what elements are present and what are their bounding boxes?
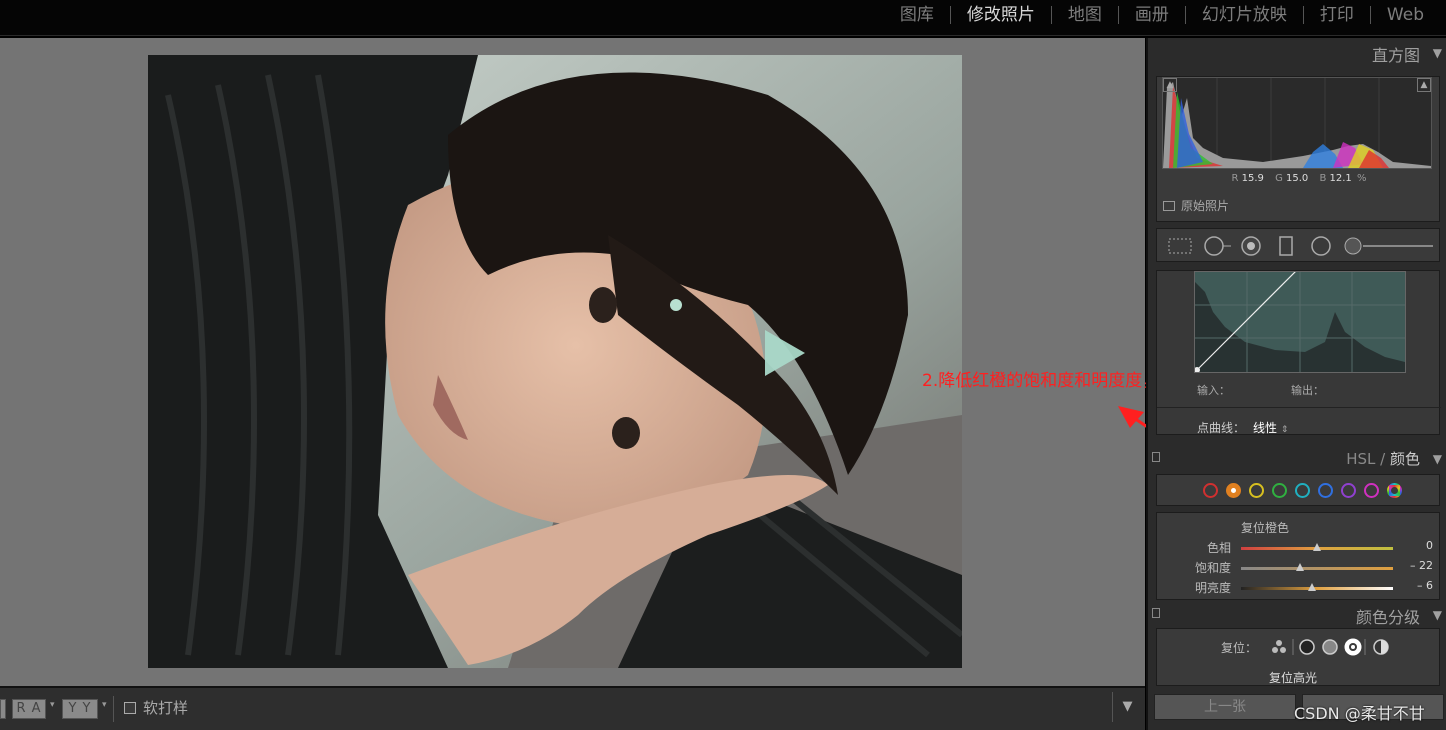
g-value: 15.0 [1286, 173, 1309, 184]
slider-value[interactable]: – 22 [1401, 559, 1433, 572]
slider-thumb[interactable] [1308, 583, 1317, 591]
rgb-readout: R 15.9 G 15.0 B 12.1 % [1157, 173, 1441, 184]
color-swatch-icon[interactable] [1364, 483, 1379, 498]
slider-label: 色相 [1206, 541, 1231, 555]
slider-thumb[interactable] [1296, 563, 1305, 571]
color-grading-wheels [1272, 638, 1389, 656]
curve-output-label: 输出： [1291, 384, 1324, 397]
radial-filter-icon[interactable] [1309, 235, 1333, 257]
photo-preview[interactable] [148, 55, 962, 668]
point-curve-select[interactable]: 线性 ⇕ [1253, 419, 1288, 436]
hsl-sliders: 复位橙色 色相 0 饱和度 – 22 明亮度 – 6 [1156, 512, 1440, 600]
module-picker: 图库 修改照片 地图 画册 幻灯片放映 打印 Web [884, 4, 1440, 26]
before-after-ra-button[interactable]: R A [12, 699, 46, 719]
curve-input-label: 输入： [1197, 384, 1230, 397]
graduated-filter-icon[interactable] [1275, 235, 1297, 257]
histogram-curves [1163, 78, 1431, 168]
g-label: G [1275, 173, 1283, 184]
slider-thumb[interactable] [1313, 543, 1321, 551]
stepper-icon: ⇕ [1280, 425, 1289, 435]
adjustment-brush-icon[interactable] [1343, 235, 1435, 257]
point-curve-label: 点曲线： [1197, 421, 1246, 435]
module-tab[interactable]: 打印 [1304, 4, 1370, 26]
color-swatch-icon[interactable] [1387, 483, 1402, 498]
hsl-toggle-switch[interactable] [1152, 452, 1160, 462]
collapse-triangle-icon[interactable]: ▼ [1433, 452, 1442, 466]
r-value: 15.9 [1241, 173, 1264, 184]
hsl-tab-separator: / [1380, 450, 1386, 468]
toolbar-divider [113, 696, 114, 722]
module-bar: 图库 修改照片 地图 画册 幻灯片放映 打印 Web [0, 0, 1446, 36]
spot-removal-icon[interactable] [1203, 235, 1233, 257]
original-photo-label: 原始照片 [1181, 199, 1230, 213]
color-grading-header[interactable]: 颜色分级 ▼ [1148, 600, 1446, 630]
tone-curve-graph[interactable] [1194, 271, 1406, 373]
portrait-photo [148, 55, 962, 668]
ra-dropdown-icon[interactable]: ▾ [50, 700, 55, 710]
slider-track[interactable] [1241, 587, 1393, 590]
hsl-tab[interactable]: HSL [1346, 450, 1375, 468]
soft-proof-checkbox[interactable] [124, 702, 136, 714]
develop-right-panel: 直方图 ▼ ▲ ▲ R 15.9 G 15.0 B 12.1 % 原始照片 输入… [1146, 38, 1446, 730]
color-swatch-icon[interactable] [1226, 483, 1241, 498]
crop-overlay-icon[interactable] [1167, 235, 1193, 257]
photo-canvas[interactable] [0, 38, 1145, 686]
red-eye-icon[interactable] [1239, 235, 1265, 257]
percent-label: % [1356, 173, 1367, 184]
slider-label: 饱和度 [1194, 561, 1231, 575]
color-swatch-icon[interactable] [1203, 483, 1218, 498]
histogram-header[interactable]: 直方图 ▼ [1148, 38, 1446, 68]
tone-curve: 输入： 输出： 点曲线： 线性 ⇕ [1156, 270, 1441, 436]
module-tab[interactable]: 幻灯片放映 [1186, 4, 1303, 26]
highlight-clipping-icon[interactable]: ▲ [1417, 78, 1431, 92]
b-label: B [1319, 173, 1327, 184]
color-swatch-icon[interactable] [1272, 483, 1287, 498]
collapse-triangle-icon[interactable]: ▼ [1433, 46, 1442, 60]
shadows-wheel-icon[interactable] [1299, 639, 1315, 655]
before-after-yy-button[interactable]: Y Y [62, 699, 98, 719]
toolbar-menu-chevron-icon[interactable]: ▼ [1112, 692, 1142, 722]
module-tab[interactable]: 图库 [884, 4, 950, 26]
slider-label: 明亮度 [1194, 581, 1231, 595]
slider-value[interactable]: 0 [1401, 539, 1433, 552]
midtones-wheel-icon[interactable] [1322, 639, 1338, 655]
tone-curve-plot [1195, 272, 1405, 372]
slider-track[interactable] [1241, 567, 1393, 570]
three-way-icon[interactable] [1272, 640, 1286, 653]
histogram-title: 直方图 [1371, 46, 1420, 65]
watermark: CSDN @柔甘不甘 [1294, 704, 1425, 723]
reset-orange-button[interactable]: 复位橙色 [1241, 519, 1289, 536]
color-swatch-icon[interactable] [1295, 483, 1310, 498]
histogram-graph: ▲ ▲ [1162, 77, 1432, 169]
color-grading-panel: 复位： 复位高光 [1156, 628, 1440, 686]
slider-value[interactable]: – 6 [1401, 579, 1433, 592]
module-tab[interactable]: Web [1371, 4, 1440, 26]
color-swatch-icon[interactable] [1341, 483, 1356, 498]
reset-highlights-label[interactable]: 复位高光 [1269, 669, 1317, 686]
r-label: R [1231, 173, 1239, 184]
b-value: 12.1 [1329, 173, 1352, 184]
color-swatch-icon[interactable] [1318, 483, 1333, 498]
color-swatch-icon[interactable] [1249, 483, 1264, 498]
curve-divider [1157, 407, 1441, 408]
module-tab[interactable]: 画册 [1119, 4, 1185, 26]
shadow-clipping-icon[interactable]: ▲ [1163, 78, 1177, 92]
reset-label: 复位： [1221, 641, 1258, 655]
yy-dropdown-icon[interactable]: ▾ [102, 700, 107, 710]
hsl-color-swatches [1156, 474, 1440, 506]
view-mode-button[interactable] [0, 699, 6, 719]
collapse-triangle-icon[interactable]: ▼ [1433, 608, 1442, 622]
soft-proof-label: 软打样 [143, 699, 189, 717]
original-photo-checkbox[interactable] [1163, 201, 1175, 211]
module-tab[interactable]: 地图 [1052, 4, 1118, 26]
hsl-header[interactable]: HSL / 颜色 ▼ [1148, 444, 1446, 474]
tool-strip [1156, 228, 1440, 262]
previous-button[interactable]: 上一张 [1154, 694, 1296, 720]
point-curve-value: 线性 [1253, 421, 1278, 435]
color-grading-toggle-switch[interactable] [1152, 608, 1160, 618]
module-tab[interactable]: 修改照片 [951, 4, 1051, 26]
histogram: ▲ ▲ R 15.9 G 15.0 B 12.1 % 原始照片 [1156, 76, 1440, 222]
color-grading-title: 颜色分级 [1355, 608, 1420, 627]
color-tab[interactable]: 颜色 [1390, 450, 1420, 468]
